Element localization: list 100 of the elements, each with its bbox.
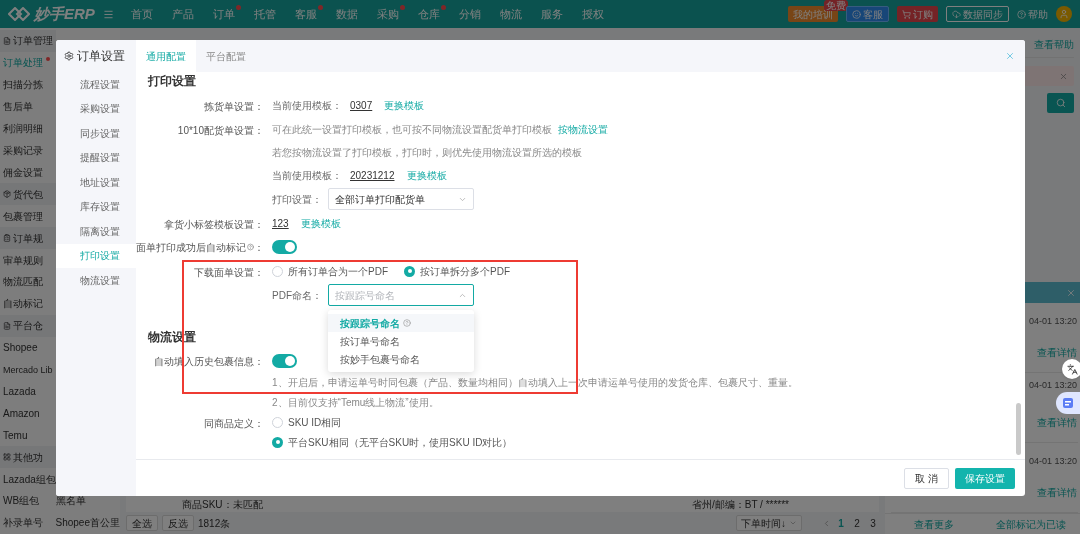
radio-label[interactable]: 平台SKU相同（无平台SKU时，使用SKU ID对比） bbox=[288, 434, 513, 450]
save-settings-button[interactable]: 保存设置 bbox=[955, 467, 1015, 489]
sidebar-item[interactable]: 物流匹配 bbox=[0, 274, 56, 290]
previous-page-icon[interactable] bbox=[822, 518, 831, 528]
field-label: 下载面单设置： bbox=[194, 267, 264, 278]
toggle-switch[interactable] bbox=[272, 354, 297, 368]
field-label: 打印设置： bbox=[272, 192, 322, 207]
sort-select[interactable]: 下单时间↓ bbox=[736, 515, 802, 531]
sidebar-item[interactable]: 审单规则 bbox=[0, 252, 56, 268]
sidebar-item[interactable]: 包裹管理 bbox=[0, 208, 56, 224]
cloud-download-icon bbox=[952, 9, 961, 19]
sidebar-item[interactable]: WB组包 bbox=[0, 493, 56, 509]
close-icon[interactable] bbox=[1005, 51, 1015, 61]
search-button[interactable] bbox=[1047, 93, 1074, 113]
nav-item[interactable]: 采购 bbox=[367, 5, 409, 23]
tab[interactable]: 通用配置 bbox=[136, 40, 196, 72]
settings-nav-item[interactable]: 打印设置 bbox=[56, 243, 136, 268]
service-button[interactable]: 客服 bbox=[846, 6, 889, 22]
sidebar-item[interactable]: Shopee首公里 bbox=[55, 515, 120, 531]
help-icon[interactable] bbox=[247, 243, 254, 251]
view-details-link[interactable]: 查看详情 bbox=[1037, 415, 1077, 430]
order-button[interactable]: 订购 bbox=[897, 6, 938, 22]
nav-item[interactable]: 授权 bbox=[572, 5, 614, 23]
settings-nav-item[interactable]: 同步设置 bbox=[56, 121, 136, 146]
view-more-link[interactable]: 查看更多 bbox=[885, 516, 983, 532]
page-button[interactable]: 2 bbox=[851, 515, 863, 531]
nav-item[interactable]: 托管 bbox=[244, 5, 286, 23]
sidebar-item[interactable]: 扫描分拣 bbox=[0, 77, 56, 93]
template-name[interactable]: 123 bbox=[272, 215, 289, 231]
radio-button[interactable] bbox=[272, 416, 283, 428]
nav-item[interactable]: 物流 bbox=[490, 5, 532, 23]
app-icon[interactable] bbox=[1056, 392, 1080, 414]
dropdown-option[interactable]: 按订单号命名 bbox=[328, 332, 474, 350]
dropdown-option[interactable]: 按妙手包裹号命名 bbox=[328, 350, 474, 368]
settings-nav-item[interactable]: 地址设置 bbox=[56, 170, 136, 195]
avatar[interactable] bbox=[1056, 6, 1072, 22]
settings-nav-item[interactable]: 物流设置 bbox=[56, 268, 136, 293]
radio-label[interactable]: 按订单拆分多个PDF bbox=[420, 263, 510, 279]
sidebar-item[interactable]: 利润明细 bbox=[0, 121, 56, 137]
document-icon bbox=[3, 36, 11, 45]
change-template-link[interactable]: 更换模板 bbox=[406, 167, 447, 183]
settings-nav-item[interactable]: 流程设置 bbox=[56, 72, 136, 97]
radio-label[interactable]: 所有订单合为一个PDF bbox=[288, 263, 388, 279]
sidebar-item[interactable]: 自动标记 bbox=[0, 296, 56, 312]
dropdown-option[interactable]: 按跟踪号命名 bbox=[328, 314, 474, 332]
toggle-switch[interactable] bbox=[272, 240, 297, 254]
sidebar-item[interactable]: 补录单号 bbox=[0, 515, 56, 531]
menu-icon[interactable] bbox=[102, 8, 114, 20]
nav-item[interactable]: 订单 bbox=[203, 5, 245, 23]
radio-button[interactable] bbox=[404, 265, 415, 277]
help-link[interactable]: 帮助 bbox=[1017, 6, 1048, 22]
dropdown-select[interactable]: 按跟踪号命名 bbox=[328, 284, 474, 306]
nav-item[interactable]: 服务 bbox=[531, 5, 573, 23]
nav-item[interactable]: 产品 bbox=[162, 5, 204, 23]
dropdown-select[interactable]: 全部订单打印配货单 bbox=[328, 188, 474, 210]
sidebar-item[interactable]: 黑名单 bbox=[56, 493, 86, 509]
sidebar-item[interactable]: Amazon bbox=[0, 405, 56, 421]
change-template-link[interactable]: 更换模板 bbox=[384, 97, 425, 113]
template-name[interactable]: 20231212 bbox=[350, 167, 395, 183]
select-all-button[interactable]: 全选 bbox=[126, 515, 158, 531]
view-details-link[interactable]: 查看详情 bbox=[1037, 345, 1077, 360]
change-template-link[interactable]: 更换模板 bbox=[300, 215, 341, 231]
sidebar-item[interactable]: Temu bbox=[0, 427, 56, 443]
sidebar-item[interactable]: Lazada组包 bbox=[0, 471, 56, 487]
sidebar-item[interactable]: Lazada bbox=[0, 383, 56, 399]
radio-button[interactable] bbox=[272, 436, 283, 448]
logo-icon bbox=[8, 7, 30, 21]
sidebar-item[interactable]: 佣金设置 bbox=[0, 164, 56, 180]
settings-nav-item[interactable]: 库存设置 bbox=[56, 194, 136, 219]
nav-item[interactable]: 客服 bbox=[285, 5, 327, 23]
close-icon[interactable] bbox=[1059, 71, 1068, 81]
invert-selection-button[interactable]: 反选 bbox=[162, 515, 194, 531]
field-label: 拣货单设置： bbox=[204, 101, 264, 112]
view-details-link[interactable]: 查看详情 bbox=[1037, 485, 1077, 500]
field-label: 面单打印成功后自动标记 bbox=[136, 240, 246, 255]
sidebar-item[interactable]: Shopee bbox=[0, 340, 56, 356]
sidebar-group: 订单管理 bbox=[13, 33, 53, 49]
template-name[interactable]: 0307 bbox=[350, 97, 373, 113]
settings-nav-item[interactable]: 采购设置 bbox=[56, 96, 136, 121]
sync-button[interactable]: 数据同步 bbox=[946, 6, 1009, 22]
scrollbar-thumb[interactable] bbox=[1016, 403, 1021, 455]
sidebar-item[interactable]: 售后单 bbox=[0, 99, 56, 115]
sidebar-item[interactable]: 采购记录 bbox=[0, 143, 56, 158]
radio-button[interactable] bbox=[272, 265, 283, 277]
nav-item[interactable]: 分销 bbox=[449, 5, 491, 23]
help-icon[interactable] bbox=[403, 319, 411, 327]
nav-item[interactable]: 数据 bbox=[326, 5, 368, 23]
search-icon bbox=[1055, 98, 1066, 108]
radio-label[interactable]: SKU ID相同 bbox=[288, 414, 342, 430]
nav-item[interactable]: 仓库 bbox=[408, 5, 450, 23]
settings-nav-item[interactable]: 隔离设置 bbox=[56, 219, 136, 244]
tab[interactable]: 平台配置 bbox=[196, 40, 256, 72]
logistics-settings-link[interactable]: 按物流设置 bbox=[558, 121, 608, 137]
close-icon[interactable] bbox=[1066, 287, 1076, 298]
settings-nav-item[interactable]: 提醒设置 bbox=[56, 145, 136, 170]
mark-all-read-link[interactable]: 全部标记为已读 bbox=[982, 516, 1080, 532]
nav-item[interactable]: 首页 bbox=[121, 5, 163, 23]
sidebar-item[interactable]: Mercado Lib bbox=[0, 361, 56, 378]
cancel-button[interactable]: 取 消 bbox=[904, 467, 949, 489]
page-button[interactable]: 3 bbox=[867, 515, 879, 531]
